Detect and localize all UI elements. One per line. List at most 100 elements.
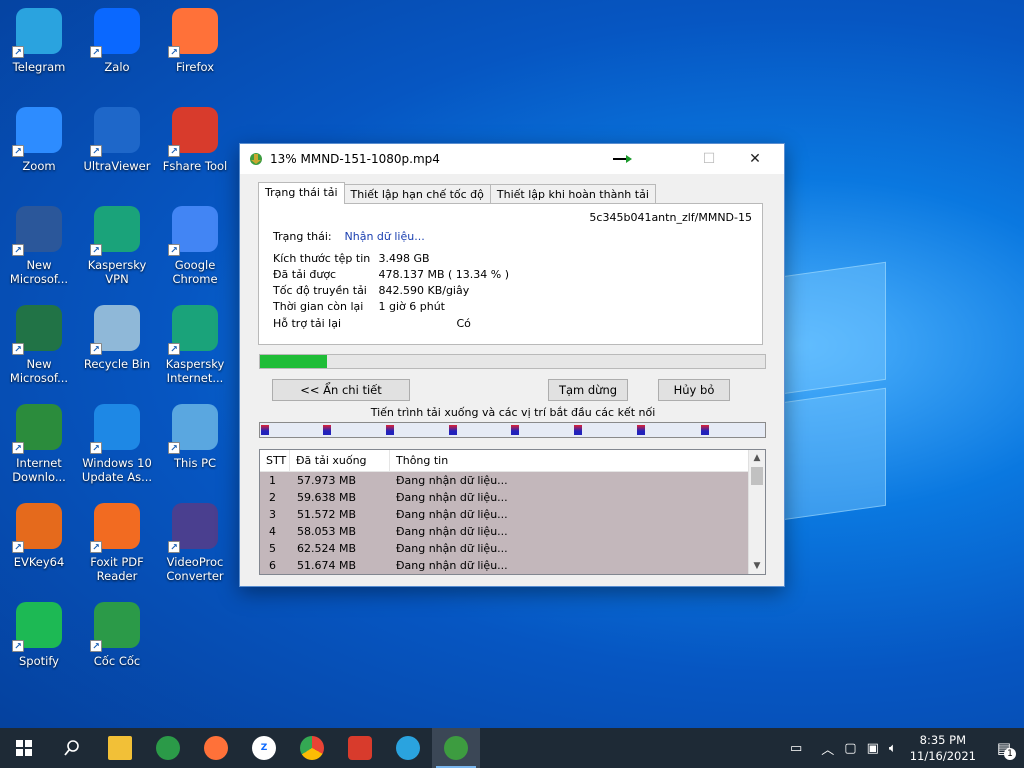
scroll-thumb[interactable]: [751, 467, 763, 485]
table-row[interactable]: 6 51.674 MB Đang nhận dữ liệu...: [260, 557, 765, 574]
desktop-shortcut[interactable]: ↗ Foxit PDF Reader: [79, 503, 155, 583]
connection-downloaded: 62.524 MB: [297, 542, 357, 555]
table-row[interactable]: 1 57.973 MB Đang nhận dữ liệu...: [260, 472, 765, 489]
taskbar-fshare[interactable]: [336, 728, 384, 768]
desktop-shortcut[interactable]: ↗ Kaspersky Internet...: [157, 305, 233, 385]
connection-info: Đang nhận dữ liệu...: [396, 491, 508, 504]
connection-index: 4: [269, 525, 276, 538]
desktop-shortcut[interactable]: ↗ Fshare Tool: [157, 107, 233, 173]
cancel-button[interactable]: Hủy bỏ: [658, 379, 730, 401]
taskbar-idm[interactable]: [432, 728, 480, 768]
shortcut-arrow-icon: ↗: [168, 145, 180, 157]
progress-fill: [260, 355, 328, 368]
desktop-shortcut[interactable]: ↗ New Microsof...: [1, 305, 77, 385]
keyboard-icon[interactable]: ▭: [790, 741, 802, 756]
connections-table[interactable]: STT Đã tải xuống Thông tin 1 57.973 MB Đan…: [259, 449, 766, 575]
desktop-shortcut[interactable]: ↗ Firefox: [157, 8, 233, 74]
connection-downloaded: 59.638 MB: [297, 491, 357, 504]
shortcut-arrow-icon: ↗: [90, 343, 102, 355]
connection-downloaded: 58.053 MB: [297, 525, 357, 538]
tab-speed-limiter[interactable]: Thiết lập hạn chế tốc độ: [343, 184, 491, 204]
connection-marker: [449, 425, 457, 435]
telegram-icon: [396, 736, 420, 760]
desktop-shortcut[interactable]: ↗ Google Chrome: [157, 206, 233, 286]
connection-index: 2: [269, 491, 276, 504]
connection-index: 3: [269, 508, 276, 521]
show-hidden-icons-icon[interactable]: ︿: [821, 739, 834, 758]
kaspersky-internet-icon: ↗: [168, 305, 218, 355]
download-progress-window[interactable]: 13% MMND-151-1080p.mp4 ☐ ✕ Trạng thái tả…: [239, 143, 785, 587]
field-label: Thời gian còn lại: [273, 300, 364, 313]
status-panel: 5c345b041antn_zlf/MMND-15 Trạng thái: Nh…: [258, 203, 763, 345]
desktop-shortcut[interactable]: ↗ UltraViewer: [79, 107, 155, 173]
taskbar-chrome[interactable]: [288, 728, 336, 768]
shortcut-arrow-icon: ↗: [12, 442, 24, 454]
taskbar-firefox[interactable]: [192, 728, 240, 768]
connection-marker: [701, 425, 709, 435]
table-row[interactable]: 2 59.638 MB Đang nhận dữ liệu...: [260, 489, 765, 506]
network-icon[interactable]: ▣: [867, 741, 879, 756]
desktop-shortcut-label: Google Chrome: [172, 258, 218, 286]
table-row[interactable]: 4 58.053 MB Đang nhận dữ liệu...: [260, 523, 765, 540]
taskbar-file-explorer[interactable]: [96, 728, 144, 768]
shortcut-arrow-icon: ↗: [90, 145, 102, 157]
connection-marker: [511, 425, 519, 435]
notification-count: 1: [1004, 748, 1016, 760]
desktop-shortcut[interactable]: ↗ EVKey64: [1, 503, 77, 569]
spotify-icon: ↗: [12, 602, 62, 652]
shortcut-arrow-icon: ↗: [12, 541, 24, 553]
connection-marker: [261, 425, 269, 435]
desktop-shortcut[interactable]: ↗ This PC: [157, 404, 233, 470]
field-label: Tốc độ truyền tải: [273, 284, 367, 297]
desktop-shortcut[interactable]: ↗ Zoom: [1, 107, 77, 173]
taskbar-telegram[interactable]: [384, 728, 432, 768]
close-button[interactable]: ✕: [732, 144, 778, 174]
table-scrollbar[interactable]: ▲ ▼: [748, 450, 765, 574]
hide-details-button[interactable]: << Ẩn chi tiết: [272, 379, 410, 401]
volume-icon[interactable]: 🔈︎: [889, 741, 897, 756]
search-icon: [64, 740, 79, 756]
desktop-shortcut[interactable]: ↗ Kaspersky VPN: [79, 206, 155, 286]
connection-index: 1: [269, 474, 276, 487]
column-header-downloaded[interactable]: Đã tải xuống: [290, 450, 390, 471]
scroll-down-icon[interactable]: ▼: [749, 558, 765, 574]
minimize-to-tray-icon[interactable]: [600, 144, 646, 174]
field-label: Kích thước tệp tin: [273, 252, 371, 265]
taskbar-zalo[interactable]: Z: [240, 728, 288, 768]
scroll-up-icon[interactable]: ▲: [749, 450, 765, 466]
table-row[interactable]: 3 51.572 MB Đang nhận dữ liệu...: [260, 506, 765, 523]
desktop-shortcut[interactable]: ↗ Internet Downlo...: [1, 404, 77, 484]
word-icon: ↗: [12, 206, 62, 256]
window-titlebar[interactable]: 13% MMND-151-1080p.mp4 ☐ ✕: [240, 144, 784, 174]
tab-download-status[interactable]: Trạng thái tải: [258, 182, 345, 204]
desktop-shortcut-label: Zoom: [22, 159, 56, 173]
desktop-shortcut[interactable]: ↗ New Microsof...: [1, 206, 77, 286]
desktop-shortcut[interactable]: ↗ Cốc Cốc: [79, 602, 155, 668]
desktop-shortcut[interactable]: ↗ VideoProc Converter: [157, 503, 233, 583]
meet-now-icon[interactable]: ▢: [844, 741, 856, 756]
shortcut-arrow-icon: ↗: [168, 244, 180, 256]
search-button[interactable]: [48, 728, 96, 768]
column-header-index[interactable]: STT: [260, 450, 290, 471]
pause-button[interactable]: Tạm dừng: [548, 379, 628, 401]
desktop-shortcut[interactable]: ↗ Spotify: [1, 602, 77, 668]
clock[interactable]: 8:35 PM 11/16/2021: [910, 732, 976, 764]
maximize-button[interactable]: ☐: [686, 144, 732, 174]
desktop-shortcut[interactable]: ↗ Zalo: [79, 8, 155, 74]
desktop-shortcut-label: Zalo: [104, 60, 130, 74]
clock-time: 8:35 PM: [919, 733, 967, 747]
tab-on-completion[interactable]: Thiết lập khi hoàn thành tải: [489, 184, 656, 204]
desktop-shortcut[interactable]: ↗ Telegram: [1, 8, 77, 74]
column-header-info[interactable]: Thông tin: [390, 450, 750, 471]
action-center-button[interactable]: ▤ 1: [984, 728, 1024, 768]
taskbar-coccoc[interactable]: [144, 728, 192, 768]
table-row[interactable]: 5 62.524 MB Đang nhận dữ liệu...: [260, 540, 765, 557]
shortcut-arrow-icon: ↗: [12, 46, 24, 58]
recycle-bin-icon: ↗: [90, 305, 140, 355]
desktop-shortcut[interactable]: ↗ Windows 10 Update As...: [79, 404, 155, 484]
coccoc-icon: [156, 736, 180, 760]
fshare-icon: ↗: [168, 107, 218, 157]
start-button[interactable]: [0, 728, 48, 768]
desktop-shortcut[interactable]: ↗ Recycle Bin: [79, 305, 155, 371]
shortcut-arrow-icon: ↗: [12, 145, 24, 157]
